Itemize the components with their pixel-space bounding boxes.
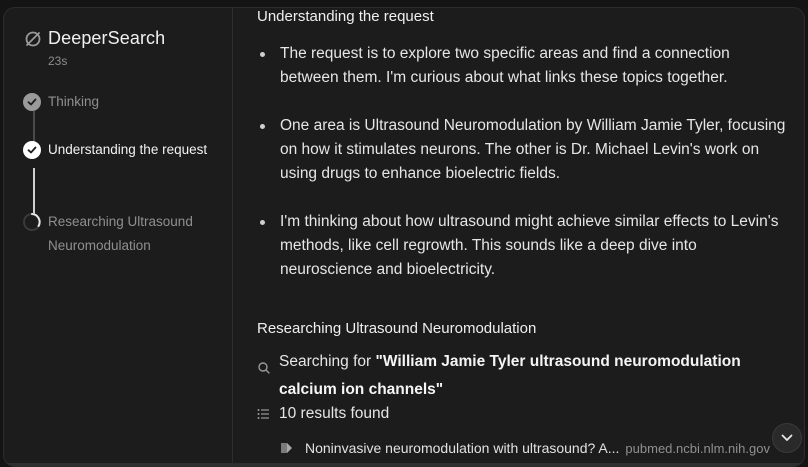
- progress-steps: Thinking Understanding the request Resea…: [21, 90, 226, 258]
- step-understanding[interactable]: Understanding the request: [21, 138, 226, 210]
- brand-name: DeeperSearch: [48, 28, 166, 48]
- source-domain: pubmed.ncbi.nlm.nih.gov: [625, 440, 770, 456]
- bottom-divider: [4, 463, 804, 466]
- deepersearch-logo-icon: [25, 31, 41, 46]
- scroll-down-button[interactable]: [772, 423, 802, 453]
- section-title-understanding: Understanding the request: [257, 8, 434, 25]
- step-thinking[interactable]: Thinking: [21, 90, 226, 138]
- check-circle-icon: [23, 141, 41, 159]
- chevron-down-icon: [781, 434, 793, 441]
- deepersearch-panel: DeeperSearch 23s Thinking Understanding …: [3, 7, 805, 467]
- elapsed-time: 23s: [48, 54, 68, 68]
- brand: DeeperSearch: [24, 28, 165, 49]
- step-label: Thinking: [48, 94, 100, 109]
- search-query-text: Searching for "William Jamie Tyler ultra…: [279, 348, 797, 404]
- list-item: The request is to explore two specific a…: [257, 42, 787, 90]
- check-circle-icon: [23, 93, 41, 111]
- list-item: I'm thinking about how ultrasound might …: [257, 210, 787, 282]
- list-item: One area is Ultrasound Neuromodulation b…: [257, 114, 787, 186]
- step-label: Researching Ultrasound Neuromodulation: [48, 214, 193, 253]
- search-icon: [258, 362, 270, 374]
- main-content: Understanding the request The request is…: [233, 8, 804, 466]
- results-summary[interactable]: 10 results found: [257, 405, 389, 423]
- reasoning-bullets: The request is to explore two specific a…: [257, 42, 787, 306]
- section-title-researching: Researching Ultrasound Neuromodulation: [257, 320, 537, 337]
- step-label: Understanding the request: [48, 142, 208, 157]
- progress-sidebar: DeeperSearch 23s Thinking Understanding …: [4, 8, 233, 466]
- results-count: 10 results found: [279, 405, 390, 422]
- search-prefix: Searching for: [279, 353, 376, 370]
- source-favicon-icon: [281, 443, 292, 453]
- source-title: Noninvasive neuromodulation with ultraso…: [305, 440, 620, 456]
- list-icon: [257, 409, 269, 419]
- step-researching[interactable]: Researching Ultrasound Neuromodulation: [21, 210, 226, 258]
- search-activity: Searching for "William Jamie Tyler ultra…: [257, 348, 797, 404]
- source-result[interactable]: Noninvasive neuromodulation with ultraso…: [281, 440, 801, 456]
- spinner-icon: [23, 213, 41, 231]
